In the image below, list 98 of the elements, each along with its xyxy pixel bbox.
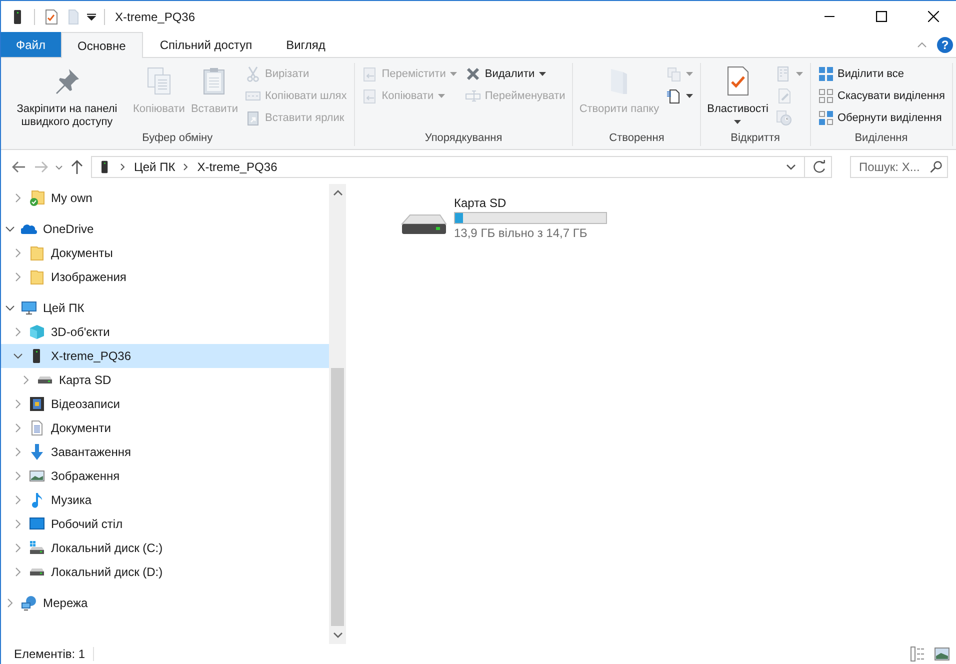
scrollbar-thumb[interactable] — [331, 368, 344, 626]
properties-icon[interactable] — [43, 8, 59, 24]
tree-item[interactable]: Документи — [1, 416, 329, 440]
system-drive-icon — [29, 540, 45, 556]
tree-item[interactable]: Изображения — [1, 265, 329, 289]
document-icon — [29, 420, 45, 436]
caret-icon — [538, 72, 546, 76]
monitor-icon — [21, 300, 37, 316]
group-label: Відкриття — [730, 132, 781, 146]
drive-icon — [400, 212, 448, 236]
group-label: Упорядкування — [424, 132, 504, 146]
back-arrow-icon[interactable] — [11, 159, 27, 175]
tree-item[interactable]: Цей ПК — [1, 296, 329, 320]
tree-item[interactable]: 3D-об'єкти — [1, 320, 329, 344]
caret-icon — [438, 94, 445, 98]
document-icon — [666, 88, 682, 104]
chevron-right-icon[interactable] — [120, 163, 126, 171]
group-label: Створення — [608, 132, 666, 146]
chevron-down-icon[interactable] — [55, 163, 63, 171]
details-view-icon[interactable] — [910, 646, 926, 662]
ribbon-tab[interactable]: Основне — [60, 32, 143, 58]
caret-icon — [686, 72, 694, 76]
image-icon — [29, 468, 45, 484]
chevron-up-icon[interactable] — [917, 42, 927, 48]
scissors-icon — [245, 66, 262, 82]
ribbon-tab[interactable]: Вигляд — [269, 32, 342, 57]
select-all-icon — [818, 66, 834, 82]
drive-icon — [37, 376, 53, 384]
address-bar[interactable]: Цей ПК X-treme_PQ36 — [91, 156, 832, 178]
forward-arrow-icon[interactable] — [33, 159, 49, 175]
ribbon-button[interactable]: Закріпити на панелі швидкого доступу — [5, 63, 129, 131]
caret-icon — [686, 94, 694, 98]
chevron-down-icon[interactable] — [13, 351, 23, 361]
tree-item[interactable]: Локальний диск (D:) — [1, 560, 329, 584]
ribbon-button[interactable]: Виділити все — [814, 63, 948, 85]
breadcrumb[interactable]: Цей ПК — [134, 160, 176, 174]
up-arrow-icon[interactable] — [69, 159, 85, 175]
chevron-down-icon[interactable] — [5, 303, 15, 313]
tree-item[interactable]: Мережа — [1, 591, 329, 615]
tree-item[interactable]: Карта SD — [1, 368, 329, 392]
tree-item[interactable]: X-treme_PQ36 — [1, 344, 329, 368]
search-icon — [929, 160, 943, 174]
minimize-icon — [824, 16, 834, 17]
ribbon-button[interactable]: Видалити — [462, 63, 568, 85]
drive-name: Карта SD — [454, 196, 508, 210]
caret-icon — [796, 72, 802, 76]
refresh-icon[interactable] — [813, 160, 827, 174]
select-none-icon — [818, 88, 834, 104]
caret-icon — [734, 120, 742, 124]
list-icon — [776, 66, 792, 82]
chevron-down-icon[interactable] — [5, 224, 15, 234]
drive-icon — [29, 568, 45, 576]
tree-item[interactable]: My own — [1, 186, 329, 210]
maximize-icon — [876, 11, 886, 22]
tree-item[interactable]: Робочий стіл — [1, 512, 329, 536]
drive-tile[interactable]: Карта SD 13,9 ГБ вільно з 14,7 ГБ — [400, 196, 610, 240]
tree-item[interactable]: Локальний диск (C:) — [1, 536, 329, 560]
search-field[interactable]: Пошук: X... — [850, 156, 948, 178]
scroll-up-icon[interactable] — [332, 190, 342, 196]
tree-item[interactable]: Зображення — [1, 464, 329, 488]
thumbnail-view-icon[interactable] — [934, 646, 950, 662]
status-text: Елементів: 1 — [14, 647, 86, 661]
invert-selection-icon — [818, 110, 834, 126]
window-title: X-treme_PQ36 — [115, 10, 196, 24]
group-label: Виділення — [854, 132, 909, 146]
network-icon — [21, 595, 37, 611]
tree-item[interactable]: Завантаження — [1, 440, 329, 464]
music-note-icon — [29, 492, 45, 508]
tree-item[interactable]: Документы — [1, 241, 329, 265]
file-tab[interactable]: Файл — [1, 32, 61, 57]
scroll-down-icon[interactable] — [332, 632, 342, 638]
ribbon-button[interactable]: Скасувати виділення — [814, 85, 948, 107]
ribbon-tab[interactable]: Спільний доступ — [142, 32, 270, 57]
chevron-right-icon[interactable] — [183, 163, 190, 171]
help-button[interactable]: ? — [937, 36, 953, 52]
new-item-icon — [666, 66, 682, 82]
edit-icon — [776, 88, 792, 104]
ribbon-button[interactable]: Обернути виділення — [814, 107, 948, 129]
film-icon — [29, 396, 45, 412]
rename-icon — [464, 88, 481, 104]
caret-icon — [450, 72, 457, 76]
chevron-down-icon[interactable] — [786, 164, 796, 170]
free-space-text: 13,9 ГБ вільно з 14,7 ГБ — [454, 226, 588, 240]
dropdown-icon[interactable] — [87, 12, 96, 21]
tree-item[interactable]: Відеозаписи — [1, 392, 329, 416]
cube-icon — [29, 324, 45, 340]
shortcut-icon — [245, 110, 262, 126]
close-icon — [928, 11, 938, 22]
tree-item[interactable]: OneDrive — [1, 217, 329, 241]
folder-check-icon — [29, 190, 45, 206]
breadcrumb[interactable]: X-treme_PQ36 — [197, 160, 278, 174]
download-arrow-icon — [29, 444, 45, 460]
history-icon — [776, 110, 792, 126]
delete-icon — [464, 66, 481, 82]
tree-item[interactable]: Музика — [1, 488, 329, 512]
desktop-icon — [29, 516, 45, 532]
ribbon-button[interactable]: Властивості — [705, 63, 770, 126]
group-label: Буфер обміну — [141, 132, 214, 146]
